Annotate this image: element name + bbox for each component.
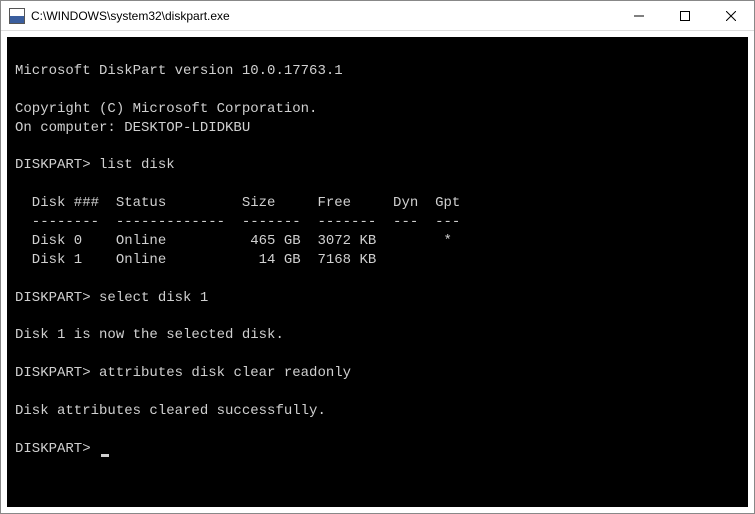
terminal-line: On computer: DESKTOP-LDIDKBU [15, 120, 250, 136]
command-text: select disk 1 [99, 290, 208, 306]
table-row: Disk 1 Online 14 GB 7168 KB [15, 252, 376, 268]
terminal-line: Disk 1 is now the selected disk. [15, 327, 284, 343]
window-controls [616, 1, 754, 30]
terminal-line: Microsoft DiskPart version 10.0.17763.1 [15, 63, 343, 79]
terminal-line: Copyright (C) Microsoft Corporation. [15, 101, 317, 117]
minimize-button[interactable] [616, 1, 662, 30]
window-title: C:\WINDOWS\system32\diskpart.exe [31, 9, 616, 23]
titlebar[interactable]: C:\WINDOWS\system32\diskpart.exe [1, 1, 754, 31]
table-header: Disk ### Status Size Free Dyn Gpt [15, 195, 460, 211]
terminal-line: Disk attributes cleared successfully. [15, 403, 326, 419]
diskpart-prompt: DISKPART> [15, 290, 99, 306]
table-row: Disk 0 Online 465 GB 3072 KB * [15, 233, 452, 249]
window-frame: C:\WINDOWS\system32\diskpart.exe Microso… [0, 0, 755, 514]
maximize-button[interactable] [662, 1, 708, 30]
text-cursor [101, 454, 109, 457]
app-icon [9, 8, 25, 24]
terminal-output[interactable]: Microsoft DiskPart version 10.0.17763.1 … [7, 37, 748, 507]
command-text: list disk [99, 157, 175, 173]
table-separator: -------- ------------- ------- ------- -… [15, 214, 460, 230]
diskpart-prompt: DISKPART> [15, 365, 99, 381]
diskpart-prompt: DISKPART> [15, 157, 99, 173]
command-text: attributes disk clear readonly [99, 365, 351, 381]
diskpart-prompt: DISKPART> [15, 441, 99, 457]
close-button[interactable] [708, 1, 754, 30]
